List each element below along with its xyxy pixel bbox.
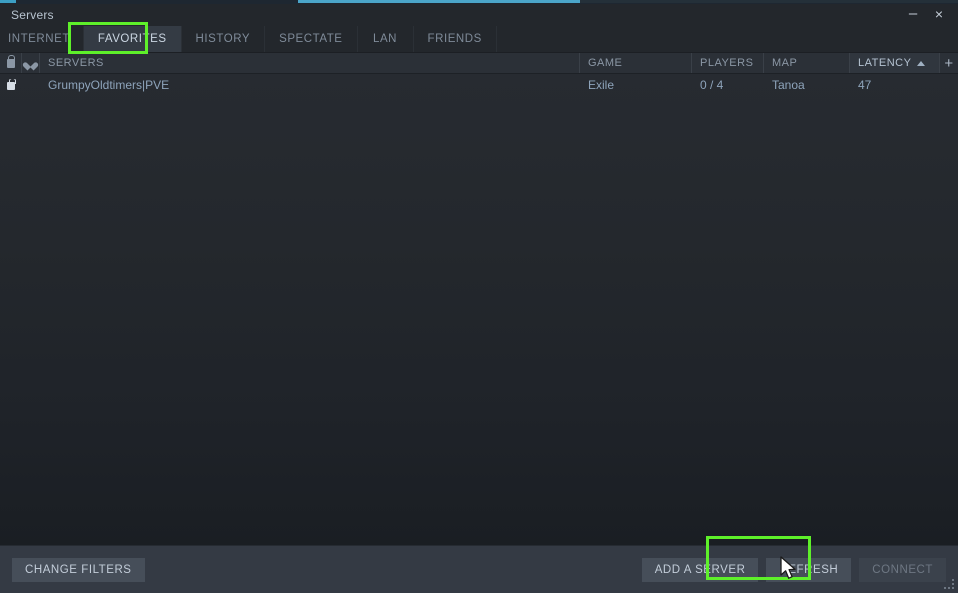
accent-segment-right (580, 0, 958, 3)
tab-internet[interactable]: INTERNET (0, 26, 84, 52)
row-latency: 47 (858, 77, 872, 92)
minimize-button[interactable]: – (902, 4, 924, 24)
column-header-latency-label: LATENCY (858, 57, 912, 69)
window-controls: – × (902, 4, 950, 24)
tab-friends[interactable]: FRIENDS (413, 26, 497, 52)
footer-toolbar: CHANGE FILTERS ADD A SERVER REFRESH CONN… (0, 545, 958, 593)
tab-spectate[interactable]: SPECTATE (265, 26, 358, 52)
change-filters-button[interactable]: CHANGE FILTERS (12, 557, 145, 582)
tab-lan[interactable]: LAN (357, 26, 414, 52)
column-header-servers[interactable]: SERVERS (40, 53, 580, 73)
row-players: 0 / 4 (700, 77, 724, 92)
column-header-players[interactable]: PLAYERS (692, 53, 764, 73)
column-header-map[interactable]: MAP (764, 53, 850, 73)
row-game: Exile (588, 77, 615, 92)
column-header-secure[interactable] (0, 53, 22, 73)
column-header-favorite[interactable] (22, 53, 40, 73)
table-row[interactable]: GrumpyOldtimers|PVE Exile 0 / 4 Tanoa 47 (0, 74, 958, 95)
lock-icon (7, 79, 16, 90)
connect-button[interactable]: CONNECT (859, 558, 946, 582)
accent-segment-left (0, 0, 16, 3)
column-header-game[interactable]: GAME (580, 53, 692, 73)
refresh-button[interactable]: REFRESH (766, 558, 852, 582)
table-header-row: SERVERS GAME PLAYERS MAP LATENCY + (0, 53, 958, 74)
heart-icon (26, 59, 35, 68)
add-column-button[interactable]: + (940, 53, 958, 73)
row-server-name: GrumpyOldtimers|PVE (48, 77, 170, 92)
row-map: Tanoa (772, 77, 805, 92)
window-title: Servers (11, 7, 54, 22)
resize-grip-icon[interactable] (942, 577, 954, 589)
lock-icon (6, 54, 15, 68)
window-top-accent (0, 0, 958, 4)
sort-ascending-icon (917, 60, 926, 66)
column-header-latency[interactable]: LATENCY (850, 53, 940, 73)
footer-action-group: ADD A SERVER REFRESH CONNECT (641, 546, 946, 593)
server-list[interactable]: GrumpyOldtimers|PVE Exile 0 / 4 Tanoa 47 (0, 74, 958, 545)
row-lock-cell (0, 79, 22, 90)
servers-window: Servers – × INTERNET FAVORITES HISTORY S… (0, 0, 958, 593)
add-a-server-button[interactable]: ADD A SERVER (641, 558, 759, 582)
close-icon[interactable]: × (928, 4, 950, 24)
tab-favorites[interactable]: FAVORITES (83, 26, 182, 52)
tab-history[interactable]: HISTORY (181, 26, 266, 52)
accent-segment-mid (298, 0, 580, 3)
tab-bar: INTERNET FAVORITES HISTORY SPECTATE LAN … (0, 26, 958, 53)
